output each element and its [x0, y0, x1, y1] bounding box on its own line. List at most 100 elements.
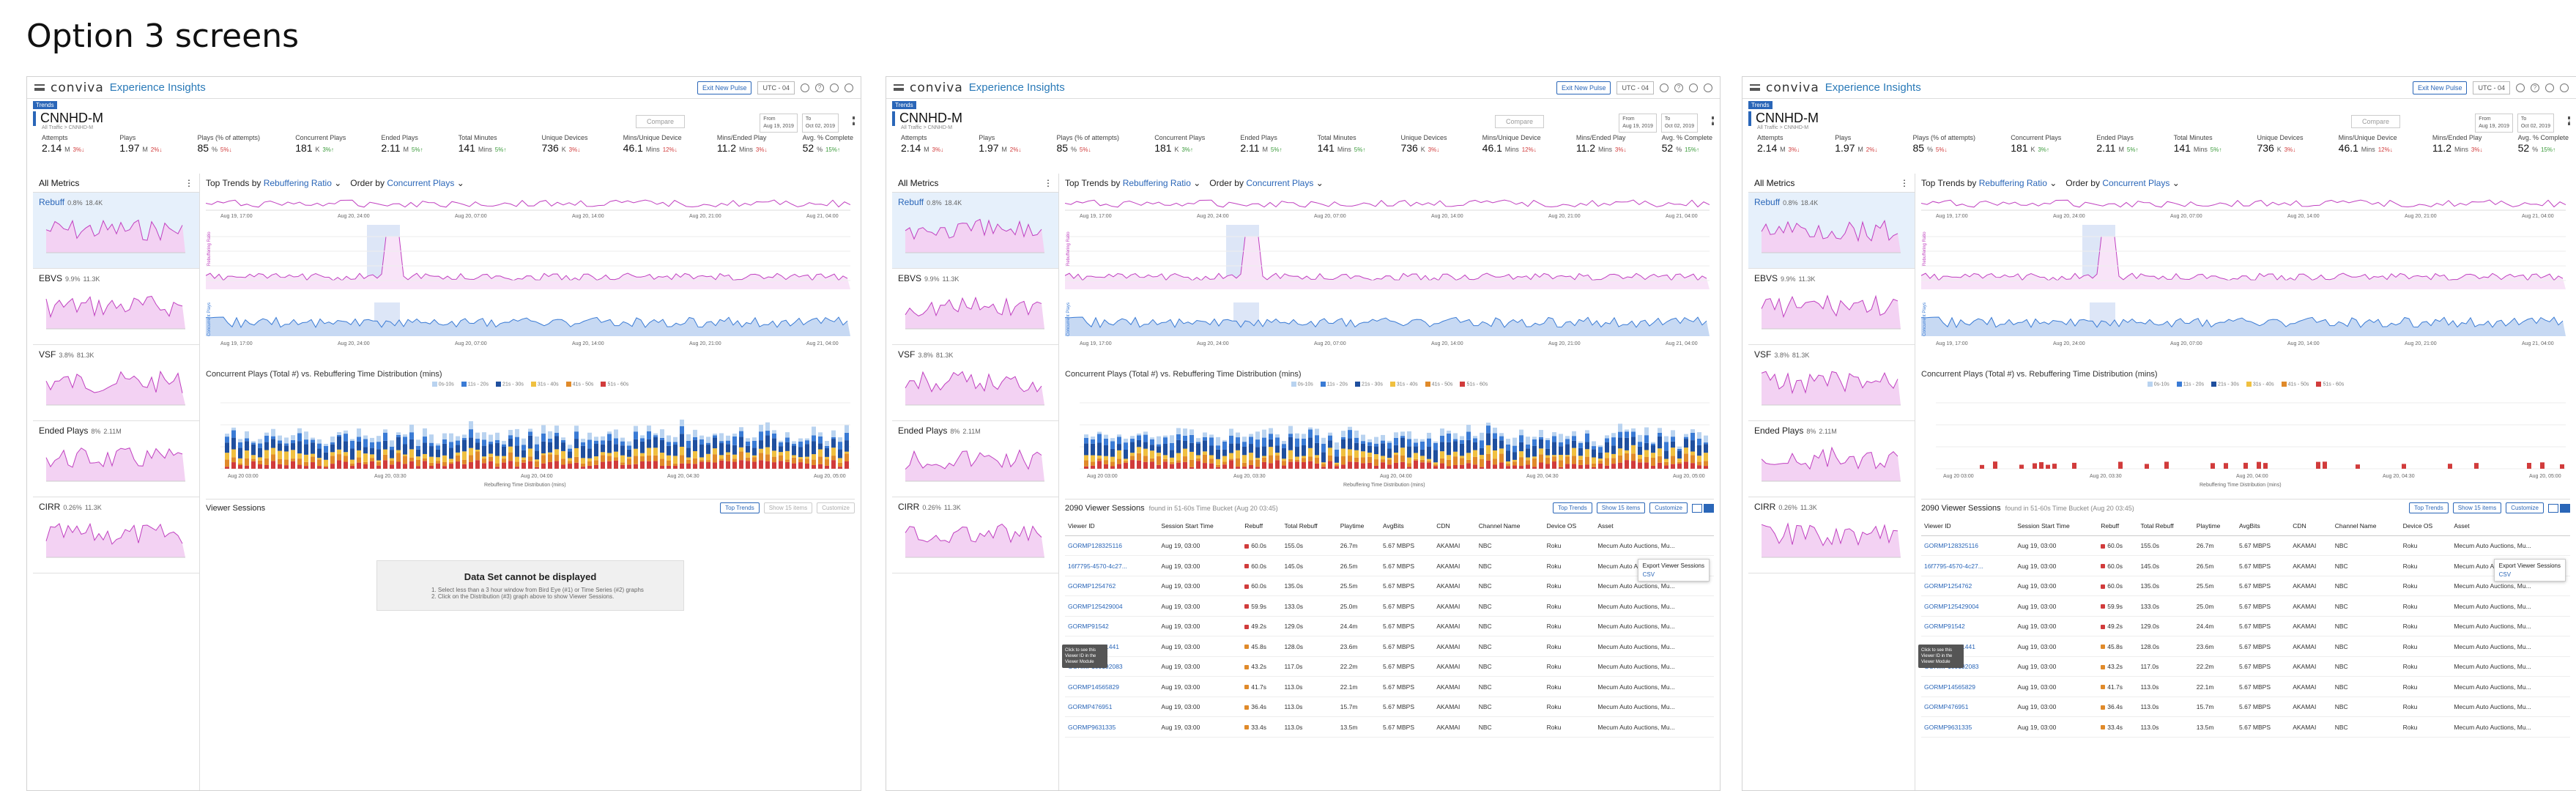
viewer-id-link[interactable]: GORMP1254762 [1921, 576, 2015, 597]
hamburger-menu-icon[interactable] [894, 84, 904, 91]
legend-item[interactable]: 21s - 30s [2211, 382, 2239, 387]
bell-icon[interactable] [1660, 83, 1669, 92]
breadcrumb[interactable]: All Traffic > CNNHD-M [1757, 125, 1808, 130]
viewer-id-link[interactable]: GORMP14565829 [1065, 676, 1159, 697]
metric-card-ebvs[interactable]: EBVS 9.9% 11.3K [33, 269, 199, 345]
table-row[interactable]: GORMP476951 Aug 19, 03:00 36.4s 113.0s 15.7m… [1921, 697, 2570, 718]
viewer-id-link[interactable]: GORMP128325116 [1065, 535, 1159, 557]
legend-item[interactable]: 31s - 40s [1389, 382, 1418, 387]
column-header[interactable]: Channel Name [2331, 516, 2400, 536]
viewer-id-link[interactable]: GORMP125429004 [1065, 595, 1159, 617]
legend-item[interactable]: 11s - 20s [461, 382, 489, 387]
metric-card-cirr[interactable]: CIRR 0.26% 11.3K [1748, 497, 1915, 573]
trend-metric-select[interactable]: Rebuffering Ratio [1123, 178, 1191, 188]
metric-card-cirr[interactable]: CIRR 0.26% 11.3K [33, 497, 199, 573]
top-trends-button[interactable]: Top Trends [2409, 502, 2449, 514]
metric-card-vsf[interactable]: VSF 3.8% 81.3K [1748, 345, 1915, 421]
date-to[interactable]: To Oct 02, 2019 [2517, 114, 2554, 133]
timezone-select[interactable]: UTC - 04 [2473, 81, 2510, 94]
viewer-id-link[interactable]: GORMP1254762 [1065, 576, 1159, 597]
trends-tag[interactable]: Trends [1748, 101, 1773, 109]
column-header[interactable]: Playtime [1337, 516, 1381, 536]
order-by-select[interactable]: Concurrent Plays [2102, 178, 2169, 188]
date-from[interactable]: From Aug 19, 2019 [760, 114, 798, 133]
distribution-chart[interactable]: Aug 20 03:00 Aug 20, 03:30 Aug 20, 04:00 Au… [1921, 388, 2570, 494]
legend-item[interactable]: 51s - 60s [601, 382, 628, 387]
customize-button[interactable]: Customize [817, 502, 855, 514]
trend-metric-select[interactable]: Rebuffering Ratio [264, 178, 332, 188]
hamburger-menu-icon[interactable] [1750, 84, 1760, 91]
compare-button[interactable]: Compare [635, 115, 685, 128]
gear-icon[interactable] [830, 83, 839, 92]
date-from[interactable]: From Aug 19, 2019 [1619, 114, 1657, 133]
legend-item[interactable]: 0s-10s [431, 382, 454, 387]
view-toggle[interactable] [1692, 503, 1714, 513]
viewer-id-link[interactable]: 16f7795-4570-4c27... [1921, 555, 2015, 576]
column-header[interactable]: AvgBits [2236, 516, 2290, 536]
customize-button[interactable]: Customize [1649, 502, 1688, 514]
viewer-id-link[interactable]: GORMP91542 [1065, 616, 1159, 637]
table-row[interactable]: 16f7795-4570-4c27... Aug 19, 03:00 60.0s 14… [1921, 555, 2570, 576]
column-header[interactable]: Channel Name [1475, 516, 1544, 536]
metric-card-ebvs[interactable]: EBVS 9.9% 11.3K [892, 269, 1058, 345]
legend-item[interactable]: 11s - 20s [2176, 382, 2204, 387]
column-header[interactable]: Viewer ID [1921, 516, 2015, 536]
viewer-id-link[interactable]: GORMP128325116 [1921, 535, 2015, 557]
gear-icon[interactable] [1689, 83, 1698, 92]
table-row[interactable]: GORMP109192083Aug 19, 03:0043.2s117.0s22… [1065, 656, 1714, 677]
table-row[interactable]: GORMP12451441Aug 19, 03:0045.8s128.0s23.… [1921, 636, 2570, 657]
kebab-icon[interactable]: ⋮ [1044, 178, 1053, 188]
show-items-button[interactable]: Show 15 items [1596, 502, 1646, 514]
column-header[interactable]: Asset [1595, 516, 1714, 536]
legend-item[interactable]: 51s - 60s [2316, 382, 2344, 387]
metric-card-rebuff[interactable]: Rebuff 0.8% 18.4K [33, 193, 199, 269]
table-row[interactable]: GORMP1254762 Aug 19, 03:00 60.0s 135.0s 25.5… [1065, 576, 1714, 597]
legend-item[interactable]: 51s - 60s [1460, 382, 1488, 387]
metric-card-vsf[interactable]: VSF 3.8% 81.3K [33, 345, 199, 421]
metric-card-ended-plays[interactable]: Ended Plays 8% 2.11M [1748, 421, 1915, 497]
column-header[interactable]: Playtime [2193, 516, 2237, 536]
column-header[interactable]: Device OS [2399, 516, 2451, 536]
help-icon[interactable]: ? [2531, 83, 2539, 92]
date-to[interactable]: To Oct 02, 2019 [1660, 114, 1698, 133]
date-to[interactable]: To Oct 02, 2019 [801, 114, 839, 133]
column-header[interactable]: Session Start Time [1158, 516, 1242, 536]
customize-button[interactable]: Customize [2506, 502, 2544, 514]
top-trends-button[interactable]: Top Trends [1553, 502, 1592, 514]
order-by-select[interactable]: Concurrent Plays [387, 178, 454, 188]
show-items-button[interactable]: Show 15 items [2452, 502, 2502, 514]
trend-charts[interactable]: Aug 19, 17:00 Aug 20, 24:00 Aug 20, 07:00 A… [1065, 193, 1714, 365]
export-popover[interactable]: Export Viewer Sessions CSV [1637, 559, 1710, 582]
viewer-id-link[interactable]: 16f7795-4570-4c27... [1065, 555, 1159, 576]
help-icon[interactable]: ? [1674, 83, 1683, 92]
column-header[interactable]: CDN [1433, 516, 1476, 536]
table-row[interactable]: GORMP14565829 Aug 19, 03:00 41.7s 113.0s 22.… [1921, 676, 2570, 697]
metric-card-rebuff[interactable]: Rebuff 0.8% 18.4K [892, 193, 1058, 269]
table-row[interactable]: GORMP91542 Aug 19, 03:00 49.2s 129.0s 24.4m 5… [1065, 616, 1714, 637]
trends-tag[interactable]: Trends [892, 101, 916, 109]
timezone-select[interactable]: UTC - 04 [757, 81, 795, 94]
table-row[interactable]: GORMP91542 Aug 19, 03:00 49.2s 129.0s 24.4m 5… [1921, 616, 2570, 637]
viewer-id-link[interactable]: GORMP125429004 [1921, 595, 2015, 617]
table-row[interactable]: GORMP12451441Aug 19, 03:0045.8s128.0s23.… [1065, 636, 1714, 657]
column-header[interactable]: Session Start Time [2014, 516, 2098, 536]
legend-item[interactable]: 41s - 50s [1425, 382, 1452, 387]
viewer-id-link[interactable]: GORMP91542 [1921, 616, 2015, 637]
table-row[interactable]: GORMP109192083Aug 19, 03:0043.2s117.0s22… [1921, 656, 2570, 677]
trend-charts[interactable]: Aug 19, 17:00 Aug 20, 24:00 Aug 20, 07:00 A… [1921, 193, 2570, 365]
distribution-chart[interactable]: Aug 20 03:00 Aug 20, 03:30 Aug 20, 04:00 Au… [206, 388, 855, 494]
exit-new-pulse-button[interactable]: Exit New Pulse [1556, 81, 1611, 94]
legend-item[interactable]: 31s - 40s [2246, 382, 2274, 387]
column-header[interactable]: CDN [2290, 516, 2332, 536]
viewer-id-link[interactable]: GORMP476951 [1921, 697, 2015, 718]
column-header[interactable]: Asset [2451, 516, 2570, 536]
metric-card-ended-plays[interactable]: Ended Plays 8% 2.11M [33, 421, 199, 497]
trends-tag[interactable]: Trends [33, 101, 57, 109]
legend-item[interactable]: 41s - 50s [565, 382, 593, 387]
column-header[interactable]: Total Rebuff [2137, 516, 2194, 536]
breadcrumb[interactable]: All Traffic > CNNHD-M [42, 125, 93, 130]
viewer-id-link[interactable]: GORMP9631335 [1065, 716, 1159, 738]
metric-card-rebuff[interactable]: Rebuff 0.8% 18.4K [1748, 193, 1915, 269]
column-header[interactable]: Rebuff [1241, 516, 1282, 536]
breadcrumb[interactable]: All Traffic > CNNHD-M [901, 125, 952, 130]
